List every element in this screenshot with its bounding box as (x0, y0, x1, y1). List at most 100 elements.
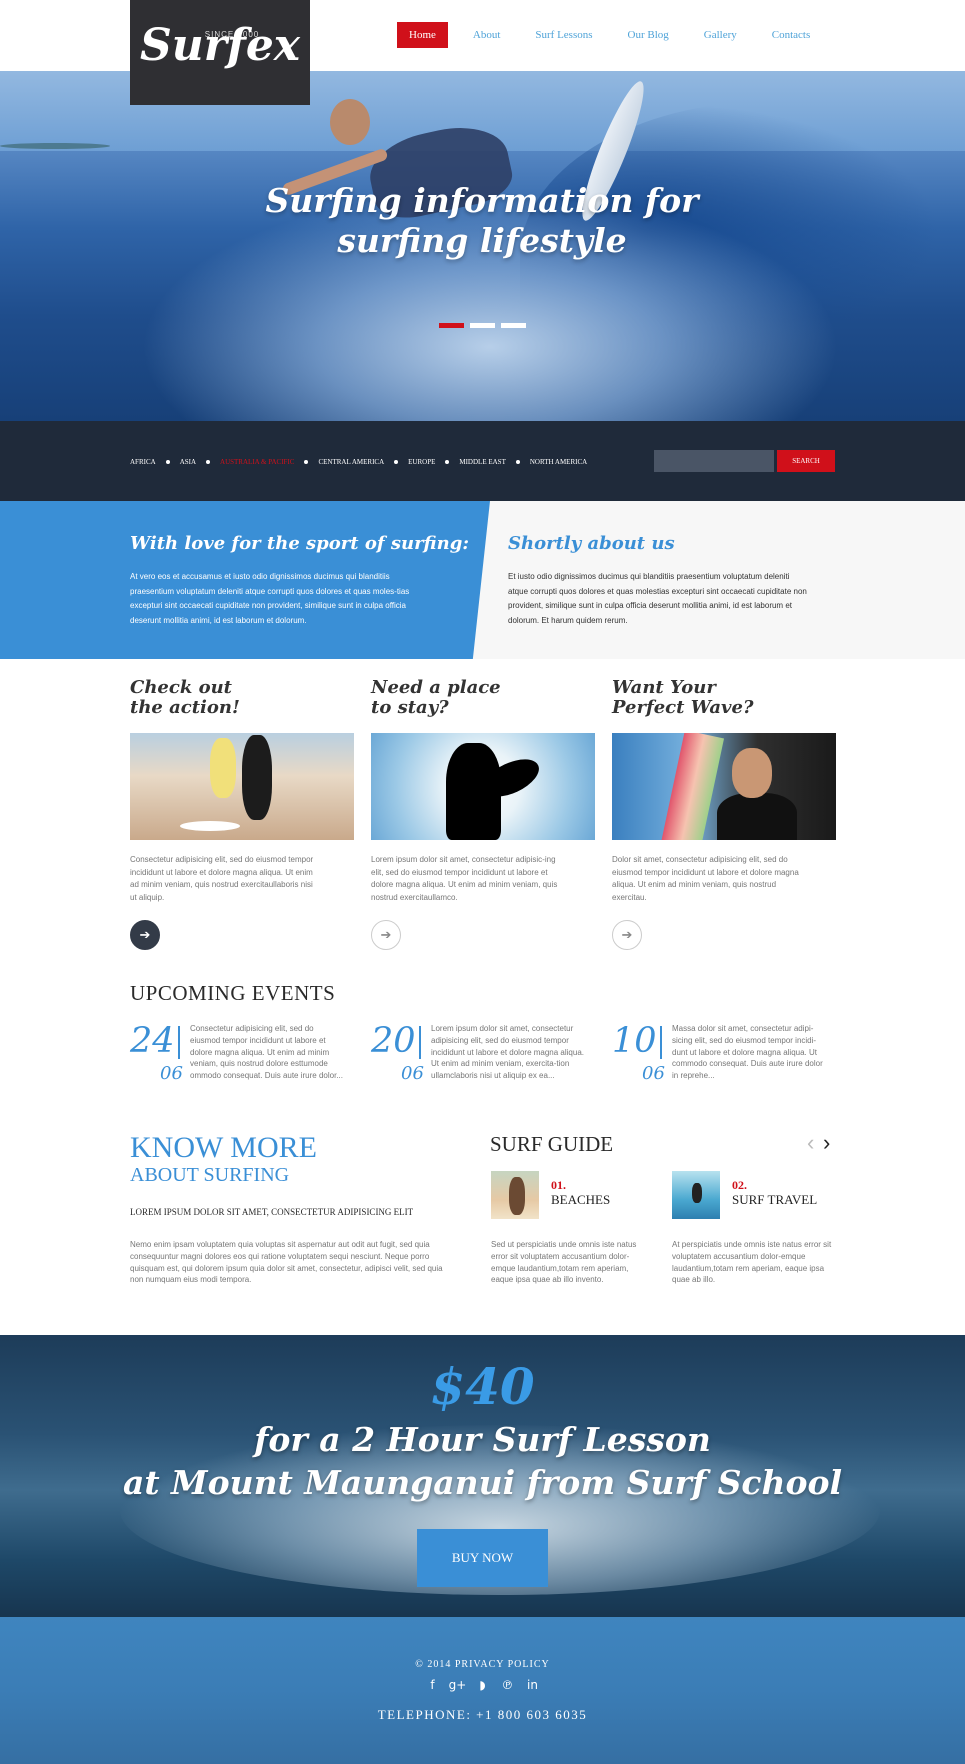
know-more-title: KNOW MORE (130, 1131, 317, 1164)
feature-image-beach-surfers[interactable] (130, 733, 354, 840)
image-figure (210, 738, 236, 798)
linkedin-icon[interactable]: in (520, 1678, 545, 1692)
image-surfboard (659, 733, 725, 840)
know-more-subtitle: ABOUT SURFING (130, 1164, 290, 1186)
feature-title-line2: the action! (130, 697, 240, 718)
know-more-text: Nemo enim ipsam voluptatem quia voluptas… (130, 1240, 443, 1285)
guide-thumb-surf-travel (672, 1171, 720, 1219)
about-us-title: Shortly about us (508, 533, 675, 554)
event-text: Consectetur adipisicing elit, sed do eiu… (190, 1024, 343, 1081)
promo-line2: at Mount Maunganui from Surf School (122, 1463, 843, 1502)
promo-price: $40 (430, 1357, 535, 1416)
feature-image-surfer-portrait[interactable] (612, 733, 836, 840)
hero-slider: Surfing information for surfing lifestyl… (0, 71, 965, 421)
arrow-right-icon[interactable]: ➔ (371, 920, 401, 950)
facebook-icon[interactable]: f (420, 1678, 445, 1692)
logo-brand: Surfex (139, 20, 301, 71)
region-australia-pacific[interactable]: AUSTRALIA & PACIFIC (220, 458, 294, 466)
events-title: UPCOMING EVENTS (130, 981, 336, 1005)
region-europe[interactable]: EUROPE (408, 458, 435, 466)
social-links: f g+ ◗ ℗ in (0, 1678, 965, 1692)
search-button[interactable]: SEARCH (777, 450, 835, 472)
event-day: 24 (130, 1021, 175, 1061)
hero-headline: Surfing information for surfing lifestyl… (232, 181, 732, 261)
feature-title-line1: Need a place (371, 677, 501, 698)
region-list: AFRICA ASIA AUSTRALIA & PACIFIC CENTRAL … (130, 458, 587, 466)
search-input[interactable] (654, 450, 774, 472)
region-middle-east[interactable]: MIDDLE EAST (459, 458, 505, 466)
region-north-america[interactable]: NORTH AMERICA (530, 458, 587, 466)
nav-gallery[interactable]: Gallery (704, 22, 737, 48)
love-surfing-title: With love for the sport of surfing: (130, 533, 469, 554)
image-face (732, 748, 772, 798)
image-figure (242, 735, 272, 820)
guide-thumb-beaches (491, 1171, 539, 1219)
image-surfboard (180, 821, 240, 831)
nav-home[interactable]: Home (397, 22, 448, 48)
region-asia[interactable]: ASIA (180, 458, 196, 466)
region-bar: AFRICA ASIA AUSTRALIA & PACIFIC CENTRAL … (0, 421, 965, 501)
event-item[interactable]: 24 06 Consectetur adipisicing elit, sed … (130, 1021, 350, 1084)
bullet-separator (304, 460, 309, 464)
event-day: 10 (612, 1021, 657, 1061)
image-figure (509, 1177, 525, 1215)
event-text: Lorem ipsum dolor sit amet, consectetur … (431, 1024, 584, 1081)
hero-land (0, 143, 110, 149)
event-item[interactable]: 20 06 Lorem ipsum dolor sit amet, consec… (371, 1021, 591, 1084)
arrow-right-icon[interactable]: ➔ (130, 920, 160, 950)
event-text: Massa dolor sit amet, consectetur adipi-… (672, 1024, 823, 1081)
guide-text: Sed ut perspiciatis unde omnis iste natu… (491, 1240, 637, 1285)
region-central-america[interactable]: CENTRAL AMERICA (318, 458, 384, 466)
feature-title: Want Your Perfect Wave? (612, 678, 836, 722)
event-day: 20 (371, 1021, 416, 1061)
image-figure (692, 1183, 702, 1203)
event-divider (178, 1026, 180, 1059)
bullet-separator (445, 460, 450, 464)
bullet-separator (394, 460, 399, 464)
hero-headline-line1: Surfing information for (265, 181, 699, 220)
feature-title: Check out the action! (130, 678, 354, 722)
guide-number: 02. (732, 1178, 747, 1192)
slider-dot-1[interactable] (439, 323, 464, 328)
nav-about[interactable]: About (473, 22, 501, 48)
event-month: 06 (401, 1063, 424, 1084)
site-footer: © 2014 PRIVACY POLICY f g+ ◗ ℗ in TELEPH… (0, 1617, 965, 1764)
feature-text: Lorem ipsum dolor sit amet, consectetur … (371, 855, 558, 902)
bullet-separator (165, 460, 170, 464)
logo[interactable]: SINCE 2000 Surfex (130, 0, 310, 105)
guide-text: At perspiciatis unde omnis iste natus er… (672, 1240, 832, 1285)
nav-surf-lessons[interactable]: Surf Lessons (535, 22, 592, 48)
pinterest-icon[interactable]: ℗ (495, 1678, 520, 1692)
image-wetsuit (717, 793, 797, 840)
bullet-separator (206, 460, 211, 464)
info-band: With love for the sport of surfing: At v… (0, 501, 965, 659)
copyright-privacy-policy[interactable]: © 2014 PRIVACY POLICY (0, 1659, 965, 1670)
slider-dot-3[interactable] (501, 323, 526, 328)
event-item[interactable]: 10 06 Massa dolor sit amet, consectetur … (612, 1021, 832, 1084)
feature-title-line2: Perfect Wave? (612, 697, 754, 718)
promo-banner: $40 for a 2 Hour Surf Lesson at Mount Ma… (0, 1335, 965, 1617)
hero-surfer-head (330, 99, 370, 145)
guide-number: 01. (551, 1178, 566, 1192)
event-divider (419, 1026, 421, 1059)
nav-contacts[interactable]: Contacts (772, 22, 811, 48)
feature-title: Need a place to stay? (371, 678, 595, 722)
about-us-text: Et iusto odio dignissimos ducimus qui bl… (508, 572, 807, 625)
feature-text: Dolor sit amet, consectetur adipisicing … (612, 855, 799, 902)
slider-dot-2[interactable] (470, 323, 495, 328)
buy-now-button[interactable]: BUY NOW (417, 1529, 548, 1587)
nav-our-blog[interactable]: Our Blog (628, 22, 669, 48)
feature-title-line2: to stay? (371, 697, 449, 718)
arrow-right-icon[interactable]: ➔ (612, 920, 642, 950)
feature-image-surfer-silhouette[interactable] (371, 733, 595, 840)
feature-title-line1: Want Your (612, 677, 716, 698)
feature-perfect-wave: Want Your Perfect Wave? Dolor sit amet, c… (612, 678, 836, 950)
love-surfing-text: At vero eos et accusamus et iusto odio d… (130, 572, 410, 625)
rss-icon[interactable]: ◗ (470, 1678, 495, 1692)
region-africa[interactable]: AFRICA (130, 458, 156, 466)
google-plus-icon[interactable]: g+ (445, 1678, 470, 1692)
feature-title-line1: Check out (130, 677, 232, 698)
chevron-left-icon[interactable]: ‹ (807, 1132, 814, 1154)
chevron-right-icon[interactable]: › (823, 1132, 830, 1154)
slider-pagination (439, 323, 532, 328)
